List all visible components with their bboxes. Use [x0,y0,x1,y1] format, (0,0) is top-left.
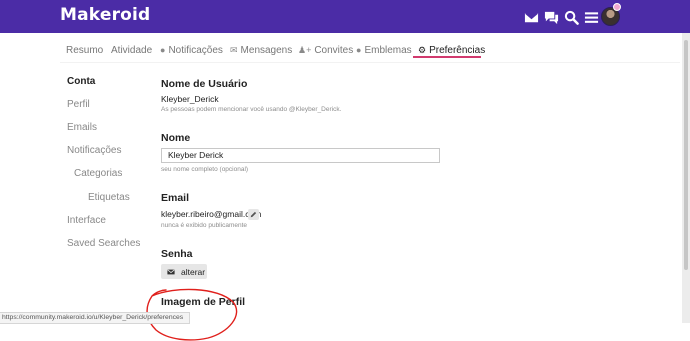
tab-mensagens[interactable]: ✉ Mensagens [230,40,292,60]
sidebar-item-emails[interactable]: Emails [67,122,97,133]
sidebar-item-etiquetas[interactable]: Etiquetas [88,192,130,203]
name-field[interactable]: Kleyber Derick [161,148,440,163]
change-password-label: alterar [181,266,206,277]
sidebar-item-categorias[interactable]: Categorias [74,168,122,179]
menu-icon[interactable] [583,9,599,25]
tabs-divider [60,62,680,63]
tab-convites[interactable]: ♟+ Convites [298,40,353,60]
change-password-button[interactable]: alterar [161,264,207,279]
top-header: Makeroid [0,0,690,33]
tab-label: Resumo [66,44,104,56]
tab-label: Notificações [168,44,223,56]
edit-email-button[interactable] [248,209,259,220]
envelope-icon [167,269,175,274]
profile-image-title: Imagem de Perfil [161,296,246,308]
search-icon[interactable] [563,9,579,25]
tab-label: Mensagens [240,44,293,56]
chat-icon[interactable] [543,9,559,25]
name-help: seu nome completo (opcional) [161,166,249,173]
username-value: Kleyber_Derick [161,94,219,104]
active-tab-indicator [413,56,481,58]
scrollbar-thumb[interactable] [684,40,688,270]
tab-label: Preferências [429,44,486,56]
comment-icon: ● [160,45,166,55]
user-plus-icon: ♟+ [298,44,312,55]
sidebar-item-perfil[interactable]: Perfil [67,99,90,110]
tab-emblemas[interactable]: ● Emblemas [356,40,412,60]
sidebar-item-notificacoes[interactable]: Notificações [67,145,121,156]
badge-icon: ● [356,45,362,55]
email-help: nunca é exibido publicamente [161,222,248,229]
username-title: Nome de Usuário [161,78,248,90]
site-logo[interactable]: Makeroid [60,5,150,25]
tab-label: Atividade [111,44,153,56]
tab-atividade[interactable]: Atividade [111,40,152,60]
password-title: Senha [161,248,193,260]
tab-notificacoes[interactable]: ● Notificações [160,40,223,60]
name-title: Nome [161,132,191,144]
email-value: kleyber.ribeiro@gmail.com [161,209,262,219]
sidebar-item-conta[interactable]: Conta [67,76,95,87]
email-title: Email [161,192,190,204]
tab-label: Convites [314,44,354,56]
status-bar-url: https://community.makeroid.io/u/Kleyber_… [0,312,191,324]
envelope-icon: ✉ [230,44,238,55]
envelope-icon[interactable] [523,9,539,25]
sidebar-item-saved-searches[interactable]: Saved Searches [67,238,140,249]
notification-badge [613,3,621,11]
tab-label: Emblemas [364,44,412,56]
tab-resumo[interactable]: Resumo [66,40,103,60]
username-help: As pessoas podem mencionar você usando @… [161,106,342,113]
sidebar-item-interface[interactable]: Interface [67,215,106,226]
gear-icon: ⚙ [418,44,427,55]
name-field-value: Kleyber Derick [168,150,224,160]
pencil-icon [250,211,257,218]
